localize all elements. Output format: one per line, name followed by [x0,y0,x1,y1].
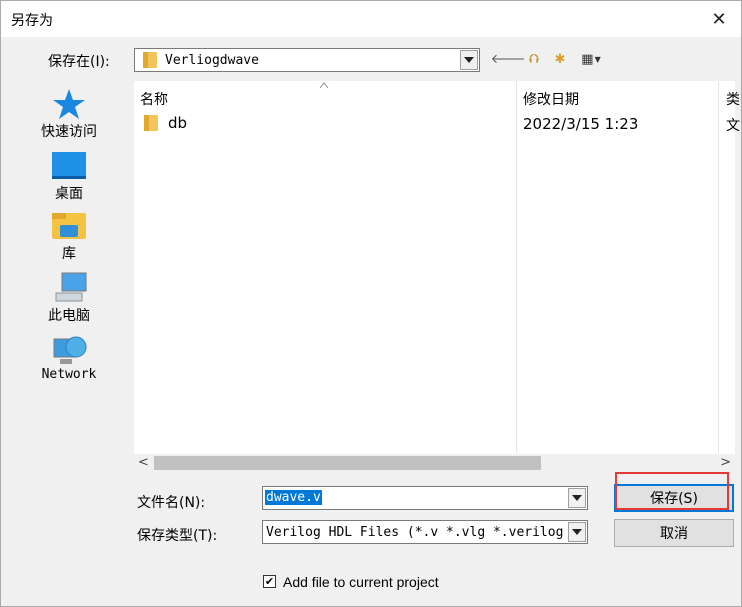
back-arrow-icon: 🡐 [490,52,526,67]
item-modified: 2022/3/15 1:23 [523,115,639,133]
item-name: db [168,114,188,132]
column-header-name[interactable]: 名称 [140,89,168,109]
place-quick-access[interactable]: 快速访问 [19,87,119,141]
item-type: 文 [726,118,740,134]
cancel-button-label: 取消 [660,526,688,542]
checkmark-icon: ✔ [264,575,275,588]
filetype-select[interactable]: Verilog HDL Files (*.v *.vlg *.verilog [262,520,588,544]
up-folder-icon: ⮉ [529,51,539,67]
add-to-project-checkbox[interactable]: ✔ [263,575,276,588]
title-bar: 另存为 ✕ [1,1,741,37]
save-button-label: 保存(S) [650,491,698,507]
chevron-down-icon[interactable] [568,488,586,508]
chevron-down-icon[interactable] [568,522,586,542]
save-button[interactable]: 保存(S) [614,484,734,512]
toolbar: 🡐 ⮉ ✱ ▦ ▼ [491,49,605,69]
library-icon [50,209,88,243]
cancel-button[interactable]: 取消 [614,519,734,547]
chevron-down-icon[interactable] [460,50,478,70]
file-list[interactable]: 名称 修改日期 类 db 2022/3/15 1:23 文 < > [134,81,740,472]
save-in-label: 保存在(I): [48,54,110,70]
up-folder-button[interactable]: ⮉ [525,50,543,68]
place-library[interactable]: 库 [19,209,119,263]
view-menu-button[interactable]: ▦ ▼ [577,50,605,68]
horizontal-scrollbar[interactable]: < > [134,454,735,472]
back-button[interactable]: 🡐 [491,50,526,68]
filename-label: 文件名(N): [137,495,206,511]
close-icon: ✕ [711,8,727,30]
desktop-icon [50,149,88,183]
star-icon [50,87,88,121]
column-header-modified[interactable]: 修改日期 [523,89,579,109]
place-desktop[interactable]: 桌面 [19,149,119,203]
computer-icon [50,271,88,305]
place-network[interactable]: Network [19,333,119,382]
filetype-value: Verilog HDL Files (*.v *.vlg *.verilog [266,525,564,540]
view-dropdown-icon: ▼ [594,54,601,64]
filetype-label: 保存类型(T): [137,528,218,544]
new-folder-icon: ✱ [554,51,566,67]
filename-value: dwave.v [265,490,322,505]
folder-icon [144,115,158,131]
place-label: 库 [62,246,76,262]
view-icon: ▦ [581,51,594,67]
list-item[interactable]: db [144,114,187,132]
network-icon [50,333,88,367]
scrollbar-thumb[interactable] [154,456,541,470]
column-header-type[interactable]: 类 [726,89,740,109]
place-label: Network [41,367,97,382]
column-divider [516,81,517,453]
place-this-pc[interactable]: 此电脑 [19,271,119,325]
filename-input[interactable]: dwave.v [262,486,588,510]
column-divider [718,81,719,453]
scroll-left-icon[interactable]: < [138,455,149,470]
dialog-title: 另存为 [11,13,53,29]
place-label: 桌面 [55,186,83,202]
save-as-dialog: 另存为 ✕ 保存在(I): Verliogdwave 🡐 ⮉ ✱ ▦ ▼ 快速访… [0,0,742,607]
add-to-project-label: Add file to current project [283,574,439,590]
new-folder-button[interactable]: ✱ [551,50,569,68]
folder-icon [143,52,157,68]
place-label: 快速访问 [41,124,97,140]
place-label: 此电脑 [48,308,90,324]
sort-ascending-icon [319,82,329,89]
close-button[interactable]: ✕ [697,1,741,37]
save-in-value: Verliogdwave [165,53,259,68]
scroll-right-icon[interactable]: > [720,455,731,470]
save-in-combo[interactable]: Verliogdwave [134,48,480,72]
